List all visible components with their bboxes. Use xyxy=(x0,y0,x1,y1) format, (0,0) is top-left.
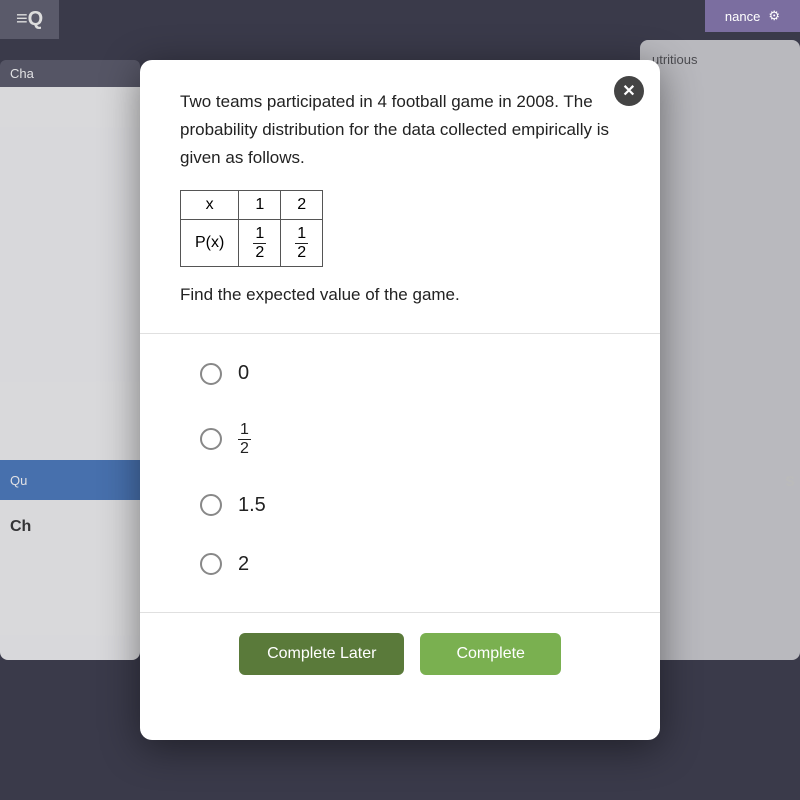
option-label-2: 2 xyxy=(238,553,249,576)
radio-half[interactable] xyxy=(200,428,222,450)
denominator-1: 2 xyxy=(253,244,266,262)
option-1.5[interactable]: 1.5 xyxy=(200,494,600,517)
cha-label: Cha xyxy=(0,60,140,87)
ch2-label: Ch xyxy=(0,510,140,544)
radio-0[interactable] xyxy=(200,363,222,385)
frac-num: 1 xyxy=(238,421,251,440)
find-text: Find the expected value of the game. xyxy=(180,285,620,305)
option-label-0: 0 xyxy=(238,362,249,385)
numerator-1: 1 xyxy=(253,225,266,244)
bg-card-right: utritious xyxy=(640,40,800,660)
fraction-display: 1 2 xyxy=(238,421,251,457)
close-button[interactable]: ✕ xyxy=(614,76,644,106)
top-right-bar: nance ⚙ xyxy=(705,0,800,32)
option-label-half: 1 2 xyxy=(238,421,251,457)
option-half[interactable]: 1 2 xyxy=(200,421,600,457)
qu-label: Qu xyxy=(0,460,140,500)
options-list: 0 1 2 1.5 2 xyxy=(180,362,620,575)
probability-table: x 1 2 P(x) 1 2 1 2 xyxy=(180,190,323,267)
bg-card-left: Cha Qu Ch xyxy=(0,60,140,660)
frac-den: 2 xyxy=(238,440,251,458)
table-x-val-1: 1 xyxy=(239,191,281,220)
fraction-half-2: 1 2 xyxy=(295,225,308,261)
radio-2[interactable] xyxy=(200,553,222,575)
question-modal: ✕ Two teams participated in 4 football g… xyxy=(140,60,660,740)
complete-button[interactable]: Complete xyxy=(420,633,560,675)
footer-buttons: Complete Later Complete xyxy=(180,633,620,675)
numerator-2: 1 xyxy=(295,225,308,244)
option-2[interactable]: 2 xyxy=(200,553,600,576)
radio-1.5[interactable] xyxy=(200,494,222,516)
option-0[interactable]: 0 xyxy=(200,362,600,385)
table-x-header: x xyxy=(181,191,239,220)
table-px-header: P(x) xyxy=(181,220,239,267)
eq-label: ≡Q xyxy=(0,0,59,39)
complete-later-button[interactable]: Complete Later xyxy=(239,633,404,675)
nutritious-label: utritious xyxy=(640,40,800,79)
option-label-1.5: 1.5 xyxy=(238,494,266,517)
denominator-2: 2 xyxy=(295,244,308,262)
divider-1 xyxy=(140,333,660,334)
s-label: s xyxy=(785,470,795,491)
table-px-val-1: 1 2 xyxy=(239,220,281,267)
table-px-val-2: 1 2 xyxy=(281,220,323,267)
footer-divider xyxy=(140,612,660,613)
table-x-val-2: 2 xyxy=(281,191,323,220)
gear-icon: ⚙ xyxy=(768,8,780,24)
fraction-half-1: 1 2 xyxy=(253,225,266,261)
question-text: Two teams participated in 4 football gam… xyxy=(180,88,620,172)
